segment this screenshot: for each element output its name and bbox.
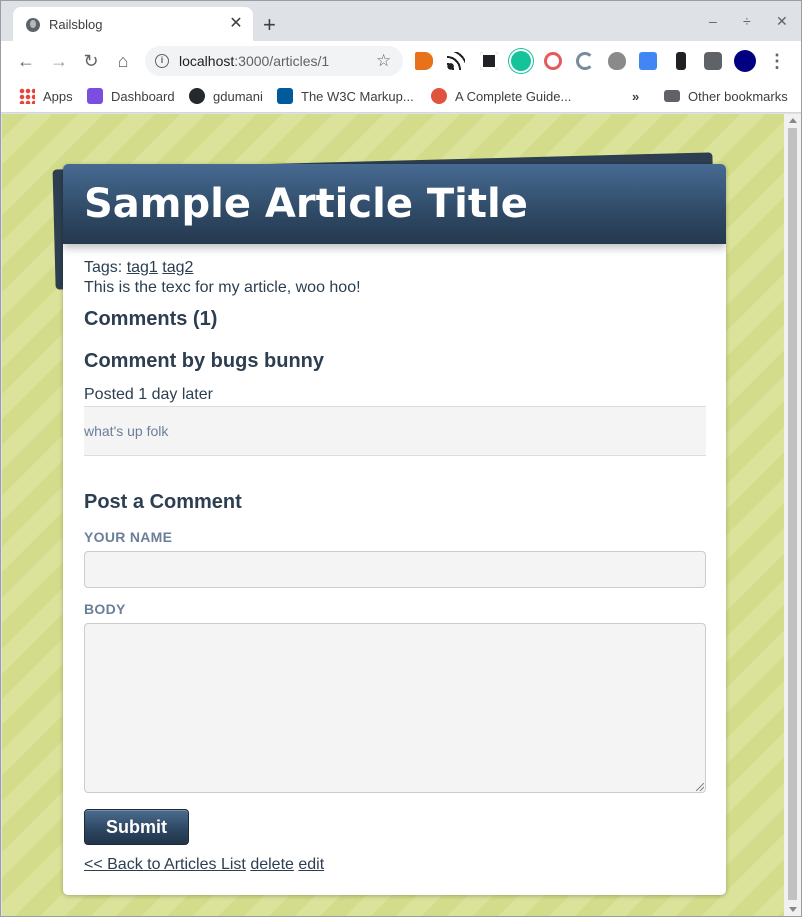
submit-button[interactable]: Submit (84, 809, 189, 845)
tag-link[interactable]: tag1 (127, 259, 158, 276)
page-scrollbar[interactable] (784, 114, 801, 916)
article-card: Sample Article Title Tags: tag1 tag2 Thi… (63, 164, 726, 895)
browser-toolbar: ← → ↻ ⌂ i localhost:3000/articles/1 ☆ ⋮ (1, 41, 801, 81)
bookmark-w3c[interactable]: The W3C Markup... (277, 87, 414, 107)
css-tricks-icon (431, 88, 447, 104)
maximize-button[interactable]: ÷ (743, 13, 751, 29)
bookmark-gdumani[interactable]: gdumani (189, 87, 263, 107)
folder-icon (664, 90, 680, 102)
edit-link[interactable]: edit (298, 856, 324, 873)
your-name-input[interactable] (84, 551, 706, 588)
body-textarea[interactable] (84, 623, 706, 793)
grammarly-ext-icon[interactable] (511, 51, 531, 71)
tab-title: Railsblog (49, 17, 103, 32)
minimize-button[interactable]: – (709, 13, 717, 29)
other-bookmarks[interactable]: Other bookmarks (664, 87, 788, 107)
bookmark-star-icon[interactable]: ☆ (376, 51, 391, 71)
bookmarks-overflow-button[interactable]: » (632, 87, 639, 107)
comment-posted-time: Posted 1 day later (84, 386, 213, 403)
home-button[interactable]: ⌂ (113, 51, 133, 71)
tags-label: Tags: (84, 259, 127, 276)
back-to-articles-link[interactable]: << Back to Articles List (84, 856, 246, 873)
body-label: BODY (84, 601, 126, 617)
post-comment-heading: Post a Comment (84, 491, 242, 513)
tags-line: Tags: tag1 tag2 (84, 259, 193, 277)
url-text[interactable]: localhost:3000/articles/1 (179, 53, 329, 69)
bookmark-apps[interactable]: Apps (19, 87, 73, 107)
article-actions: << Back to Articles List delete edit (84, 856, 324, 874)
forward-button[interactable]: → (49, 51, 69, 71)
tag-link[interactable]: tag2 (162, 259, 193, 276)
comment-body-box: what's up folk (84, 406, 706, 456)
profile-avatar-icon[interactable] (734, 50, 756, 72)
article-title: Sample Article Title (84, 181, 528, 227)
address-bar[interactable]: i localhost:3000/articles/1 ☆ (145, 46, 403, 76)
bookmark-dashboard[interactable]: Dashboard (87, 87, 175, 107)
comment-heading: Comment by bugs bunny (84, 350, 324, 372)
megaphone-ext-icon[interactable] (415, 52, 433, 70)
tab-railsblog[interactable]: Railsblog ✕ (13, 7, 253, 41)
article-header: Sample Article Title (63, 164, 726, 244)
translate-ext-icon[interactable] (639, 52, 657, 70)
delete-link[interactable]: delete (250, 856, 294, 873)
bookmarks-bar: Apps Dashboard gdumani The W3C Markup...… (1, 81, 801, 113)
scrollbar-thumb[interactable] (788, 128, 797, 900)
your-name-label: YOUR NAME (84, 529, 173, 545)
github-icon (189, 88, 205, 104)
spiral-ext-icon[interactable] (544, 52, 562, 70)
scroll-up-arrow-icon[interactable] (789, 118, 797, 123)
puzzle-ext-icon[interactable] (704, 52, 722, 70)
bookmark-complete-guide[interactable]: A Complete Guide... (431, 87, 571, 107)
close-tab-icon[interactable]: ✕ (227, 15, 245, 33)
tab-strip: Railsblog ✕ + – ÷ ✕ (1, 1, 801, 41)
close-window-button[interactable]: ✕ (776, 13, 788, 29)
article-body: This is the texc for my article, woo hoo… (84, 279, 361, 296)
page-viewport: Sample Article Title Tags: tag1 tag2 Thi… (2, 114, 784, 916)
bookmark-ext-icon[interactable] (676, 52, 686, 70)
reload-button[interactable]: ↻ (81, 51, 101, 71)
w3c-icon (277, 88, 293, 104)
refresh-ext-icon[interactable] (576, 52, 594, 70)
new-tab-button[interactable]: + (263, 14, 276, 36)
globe-icon (26, 18, 40, 32)
comment-body: what's up folk (84, 423, 169, 439)
dashboard-icon (87, 88, 103, 104)
scroll-down-arrow-icon[interactable] (789, 907, 797, 912)
textarea-resize-handle[interactable] (696, 783, 704, 791)
browser-window: Railsblog ✕ + – ÷ ✕ ← → ↻ ⌂ i localhost:… (0, 0, 802, 917)
archive-ext-icon[interactable] (480, 52, 498, 70)
browser-menu-icon[interactable]: ⋮ (767, 51, 787, 71)
site-info-icon[interactable]: i (155, 54, 169, 68)
apps-grid-icon (19, 88, 35, 104)
rss-ext-icon[interactable] (447, 52, 465, 70)
back-button[interactable]: ← (16, 51, 36, 71)
comments-heading: Comments (1) (84, 308, 218, 330)
bug-ext-icon[interactable] (608, 52, 626, 70)
